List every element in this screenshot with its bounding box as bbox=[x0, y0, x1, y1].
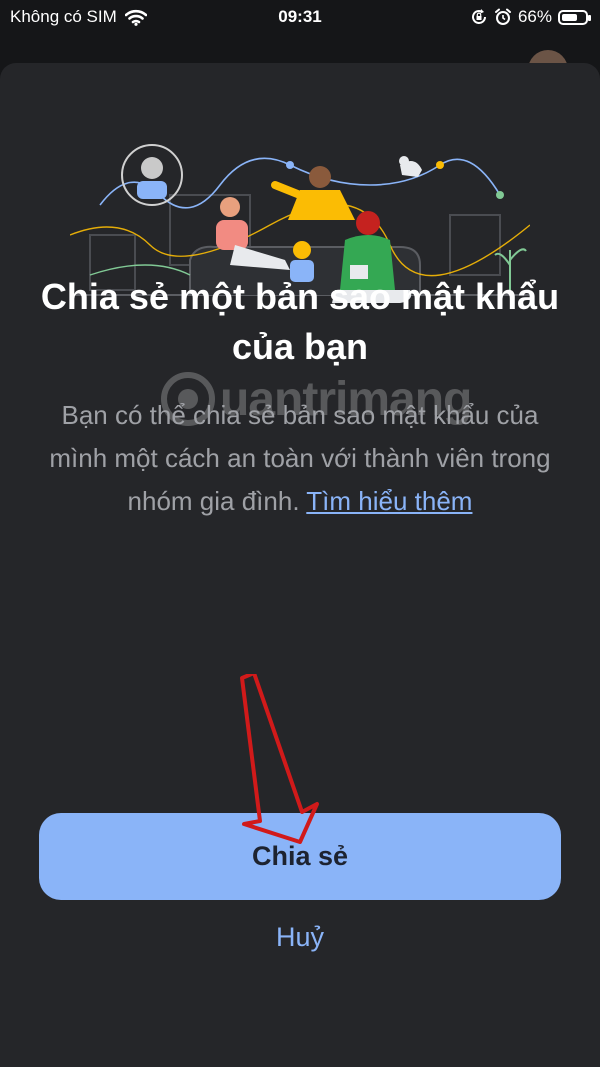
learn-more-link[interactable]: Tìm hiểu thêm bbox=[306, 486, 472, 516]
status-right: 66% bbox=[470, 7, 600, 27]
sheet-title: Chia sẻ một bản sao mật khẩu của bạn bbox=[40, 276, 560, 367]
rotation-lock-icon bbox=[472, 9, 486, 24]
share-button[interactable]: Chia sẻ bbox=[39, 813, 561, 900]
battery-icon bbox=[558, 9, 591, 25]
alarm-icon bbox=[494, 8, 511, 25]
carrier-label: Không có SIM bbox=[10, 7, 117, 26]
sheet-description: Bạn có thể chia sẻ bản sao mật khẩu của … bbox=[40, 394, 560, 523]
wifi-icon bbox=[124, 9, 147, 26]
cancel-button[interactable]: Huỷ bbox=[0, 922, 600, 953]
share-password-sheet: uantrimang bbox=[0, 63, 600, 1067]
description-text: Bạn có thể chia sẻ bản sao mật khẩu của … bbox=[49, 400, 551, 516]
status-left: Không có SIM bbox=[0, 7, 147, 27]
battery-percent: 66% bbox=[517, 7, 552, 26]
battery-fill bbox=[562, 13, 577, 21]
status-bar: Không có SIM 09:31 66% bbox=[0, 0, 600, 34]
